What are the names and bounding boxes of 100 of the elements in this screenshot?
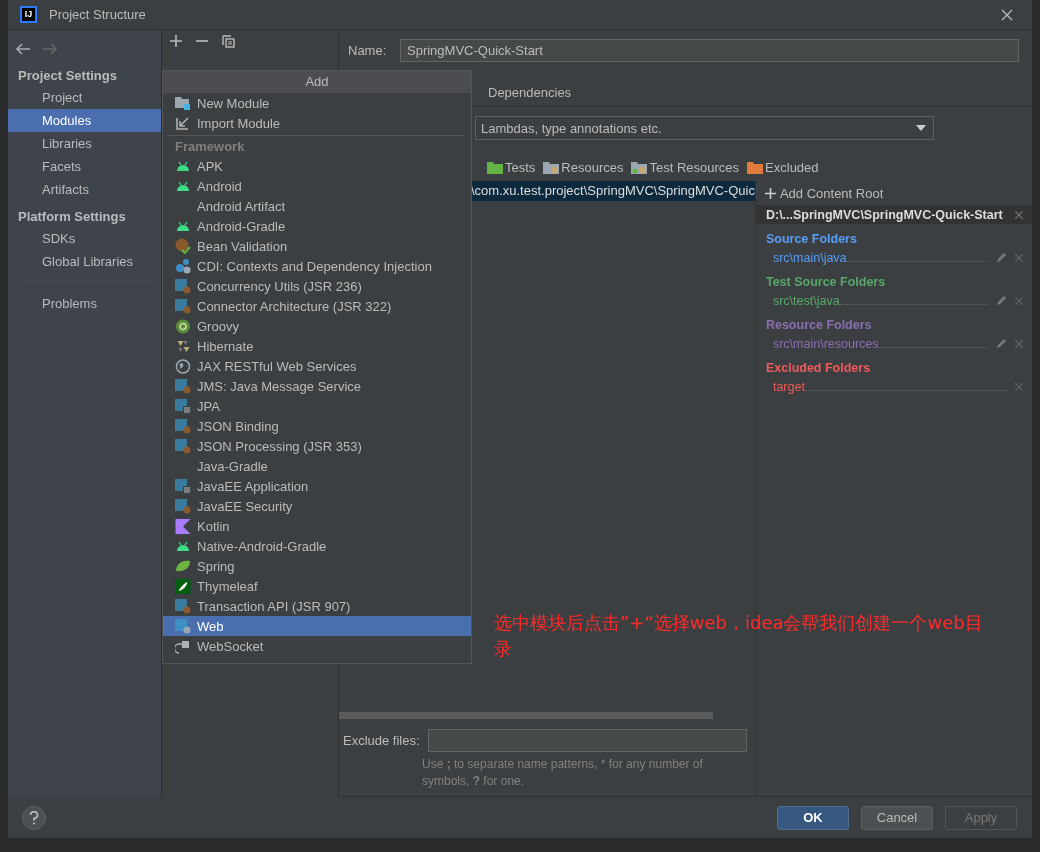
folder-path[interactable]: src\main\java [772, 250, 847, 265]
mark-as-button[interactable]: Excluded [747, 159, 819, 175]
remove-icon[interactable] [1015, 296, 1023, 305]
sidebar-item[interactable]: Artifacts [8, 178, 161, 201]
menu-item[interactable]: Concurrency Utils (JSR 236) [163, 276, 471, 296]
menu-item[interactable]: Android [163, 176, 471, 196]
menu-item[interactable]: New Module [163, 93, 471, 113]
forward-icon[interactable] [42, 43, 58, 55]
menu-item[interactable]: Spring [163, 556, 471, 576]
back-icon[interactable] [15, 43, 31, 55]
scrollbar[interactable] [339, 712, 713, 719]
menu-item[interactable]: Transaction API (JSR 907) [163, 596, 471, 616]
hibernate-icon [175, 338, 191, 354]
menu-item[interactable]: JSON Processing (JSR 353) [163, 436, 471, 456]
folder-path[interactable]: target [772, 379, 805, 394]
thymeleaf-icon [175, 578, 191, 594]
menu-item[interactable]: WebSocket [163, 636, 471, 656]
menu-item[interactable]: JPA [163, 396, 471, 416]
android-icon [175, 161, 191, 171]
menu-item[interactable]: Bean Validation [163, 236, 471, 256]
module-icon [175, 438, 191, 454]
mark-as-button[interactable]: Resources [543, 159, 624, 175]
sidebar-item[interactable]: SDKs [8, 227, 161, 250]
tab[interactable]: Dependencies [476, 81, 584, 106]
pencil-icon[interactable] [996, 338, 1007, 349]
menu-item[interactable]: JSON Binding [163, 416, 471, 436]
add-content-root-button[interactable]: Add Content Root [755, 181, 1032, 205]
exclude-files-hint: Use ; to separate name patterns, * for any number of symbols, ? for one. [421, 756, 704, 790]
folder-path[interactable]: src\test\java [772, 293, 840, 308]
menu-item[interactable]: Connector Architecture (JSR 322) [163, 296, 471, 316]
exclude-files-field[interactable] [427, 729, 747, 752]
sidebar-item[interactable]: Modules [8, 109, 161, 132]
kotlin-icon [175, 518, 191, 534]
menu-item[interactable]: Kotlin [163, 516, 471, 536]
folder-group-title: Source Folders [764, 231, 858, 248]
menu-item[interactable]: Thymeleaf [163, 576, 471, 596]
app-logo: IJ [20, 6, 37, 23]
name-field[interactable]: SpringMVC-Quick-Start [400, 39, 1019, 62]
folder-group-title: Test Source Folders [764, 274, 887, 291]
menu-item[interactable]: APK [163, 156, 471, 176]
menu-item[interactable]: Android-Gradle [163, 216, 471, 236]
sidebar-item[interactable]: Global Libraries [8, 250, 161, 273]
plus-icon [764, 187, 776, 199]
menu-item[interactable]: Groovy [163, 316, 471, 336]
pencil-icon[interactable] [996, 295, 1007, 306]
mark-as-button[interactable]: Test Resources [631, 159, 740, 175]
dialog-button[interactable]: Cancel [861, 805, 933, 830]
module-icon [175, 378, 191, 394]
remove-icon[interactable] [1015, 253, 1023, 262]
menu-item[interactable]: Android Artifact [163, 196, 471, 216]
module-icon [175, 278, 191, 294]
sidebar-item[interactable]: Facets [8, 155, 161, 178]
menu-item[interactable]: Native-Android-Gradle [163, 536, 471, 556]
menu-item[interactable]: Import Module [163, 113, 471, 133]
beans-icon [175, 258, 191, 274]
question-mark-icon [29, 810, 39, 825]
menu-item[interactable]: JavaEE Application [163, 476, 471, 496]
folder-group-title: Excluded Folders [764, 360, 872, 377]
folder-icon [747, 160, 764, 174]
popup-title: Add [163, 71, 471, 93]
menu-section-title: Framework [174, 138, 246, 156]
menu-item[interactable]: JMS: Java Message Service [163, 376, 471, 396]
folder-icon [631, 160, 648, 174]
window-title: Project Structure [49, 7, 146, 22]
folder-icon [487, 160, 503, 174]
sidebar-item[interactable]: Problems [8, 292, 161, 315]
android-icon [175, 181, 191, 191]
menu-item[interactable]: Java-Gradle [163, 456, 471, 476]
android-icon [175, 221, 191, 231]
module-icon [175, 298, 191, 314]
copy-icon[interactable] [222, 34, 235, 48]
menu-item[interactable]: Hibernate [163, 336, 471, 356]
module-icon [175, 498, 191, 514]
content-root-header: D:\...SpringMVC\SpringMVC-Quick-Start [765, 207, 1003, 222]
menu-item[interactable]: JAX RESTful Web Services [163, 356, 471, 376]
close-icon[interactable] [1015, 210, 1023, 219]
remove-icon[interactable] [1015, 382, 1023, 391]
language-level-dropdown[interactable]: Lambdas, type annotations etc. [475, 116, 934, 140]
module-icon [175, 418, 191, 434]
sidebar-section-title: Project Settings [17, 67, 118, 83]
add-icon[interactable] [170, 35, 182, 47]
folder-group-title: Resource Folders [764, 317, 873, 334]
bean-icon [175, 238, 191, 254]
menu-item[interactable]: Web [163, 616, 471, 636]
sidebar-item[interactable]: Project [8, 86, 161, 109]
content-root-path[interactable]: \com.xu.test.project\SpringMVC\SpringMVC-Quic [471, 181, 755, 201]
sidebar-item[interactable]: Libraries [8, 132, 161, 155]
mark-as-button[interactable]: Tests [487, 159, 536, 175]
dialog-button[interactable]: OK [777, 805, 849, 830]
exclude-files-label: Exclude files: [343, 733, 420, 748]
menu-item[interactable]: CDI: Contexts and Dependency Injection [163, 256, 471, 276]
pencil-icon[interactable] [996, 252, 1007, 263]
import-icon [175, 116, 191, 130]
menu-item[interactable]: JavaEE Security [163, 496, 471, 516]
remove-icon[interactable] [1015, 339, 1023, 348]
module-icon [175, 398, 191, 414]
sidebar-section-title: Platform Settings [17, 208, 127, 224]
folder-icon [543, 160, 560, 174]
close-icon[interactable] [1001, 8, 1013, 21]
help-button[interactable] [22, 805, 46, 830]
